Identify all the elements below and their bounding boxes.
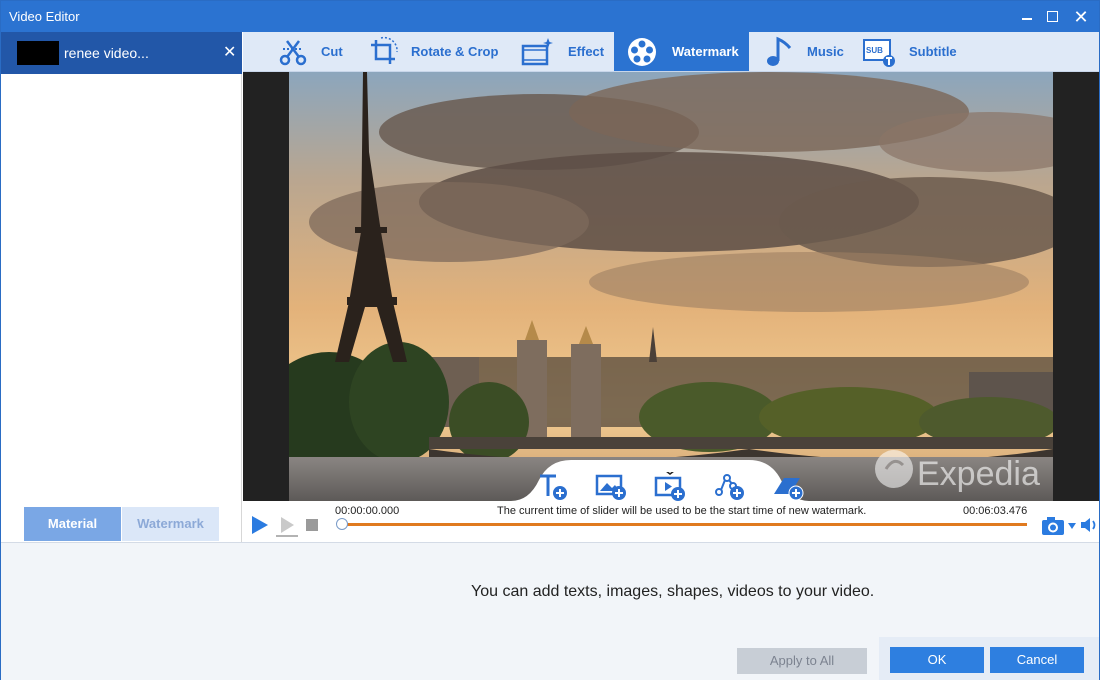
play-icon[interactable] (249, 514, 271, 536)
scissors-icon (279, 40, 307, 66)
video-preview: Expedia (243, 72, 1099, 501)
subtitle-icon: SUB (863, 39, 895, 67)
add-text-icon (540, 474, 567, 500)
material-tab[interactable]: Material (24, 507, 121, 541)
svg-text:SUB: SUB (866, 46, 883, 55)
add-video-button[interactable] (654, 470, 688, 502)
film-reel-icon (628, 38, 656, 66)
chevron-down-icon[interactable] (1068, 523, 1076, 529)
current-time: 00:00:00.000 (335, 505, 400, 517)
tab-effect[interactable]: Effect (517, 32, 611, 71)
add-video-icon (654, 470, 685, 501)
tab-watermark-label: Watermark (672, 44, 739, 59)
file-tab[interactable]: renee video... ✕ (1, 32, 242, 74)
music-note-icon (767, 36, 792, 66)
add-image-icon (595, 474, 626, 500)
tab-rotate-crop[interactable]: Rotate & Crop (363, 32, 503, 71)
tab-watermark[interactable]: Watermark (614, 32, 749, 71)
minimize-button[interactable] (1017, 7, 1037, 27)
volume-icon[interactable] (1079, 515, 1099, 535)
tab-effect-label: Effect (568, 44, 605, 59)
add-shape-icon (715, 474, 744, 500)
video-thumbnail (17, 41, 59, 65)
tab-music[interactable]: Music (761, 32, 851, 71)
instruction-text: You can add texts, images, shapes, video… (471, 583, 875, 600)
bottom-panel: You can add texts, images, shapes, video… (1, 542, 1099, 680)
title-bar: Video Editor ✕ (1, 1, 1099, 32)
timeline-slider-handle[interactable] (336, 518, 348, 530)
effect-icon (521, 38, 553, 66)
add-text-button[interactable] (536, 472, 570, 502)
editor-toolbar: Cut Rotate & Crop Effect Watermark Music… (243, 32, 1099, 72)
tab-music-label: Music (807, 44, 844, 59)
playback-bar: 00:00:00.000 The current time of slider … (243, 501, 1099, 542)
cancel-button[interactable]: Cancel (990, 647, 1084, 673)
slider-hint: The current time of slider will be used … (497, 505, 867, 517)
tab-subtitle[interactable]: SUB Subtitle (861, 32, 971, 71)
rotate-crop-icon (371, 36, 398, 64)
eraser-icon (774, 478, 804, 501)
stop-icon[interactable] (306, 519, 318, 531)
timeline-track[interactable] (343, 523, 1027, 526)
total-duration: 00:06:03.476 (963, 505, 1028, 517)
close-file-button[interactable]: ✕ (223, 42, 236, 62)
add-image-button[interactable] (595, 472, 629, 502)
video-frame: Expedia (289, 72, 1053, 501)
add-shape-button[interactable] (713, 472, 747, 502)
maximize-icon (1047, 11, 1058, 22)
watermark-list-tab[interactable]: Watermark (122, 507, 219, 541)
minimize-icon (1022, 18, 1032, 20)
add-eraser-button[interactable] (772, 472, 806, 502)
file-name: renee video... (64, 45, 149, 61)
camera-icon[interactable] (1041, 515, 1067, 537)
tab-rotate-crop-label: Rotate & Crop (411, 44, 499, 59)
tab-cut-label: Cut (321, 44, 343, 59)
tab-subtitle-label: Subtitle (909, 44, 957, 59)
maximize-button[interactable] (1043, 7, 1063, 27)
material-list-panel (1, 74, 242, 542)
close-window-button[interactable]: ✕ (1071, 7, 1091, 27)
play-selection-icon[interactable] (275, 514, 299, 538)
video-editor-window: Video Editor ✕ renee video... ✕ Material… (0, 0, 1100, 680)
window-title: Video Editor (9, 9, 80, 24)
tab-cut[interactable]: Cut (273, 32, 353, 71)
apply-to-all-button[interactable]: Apply to All (737, 648, 867, 674)
expedia-watermark: Expedia (917, 455, 1040, 493)
ok-button[interactable]: OK (890, 647, 984, 673)
